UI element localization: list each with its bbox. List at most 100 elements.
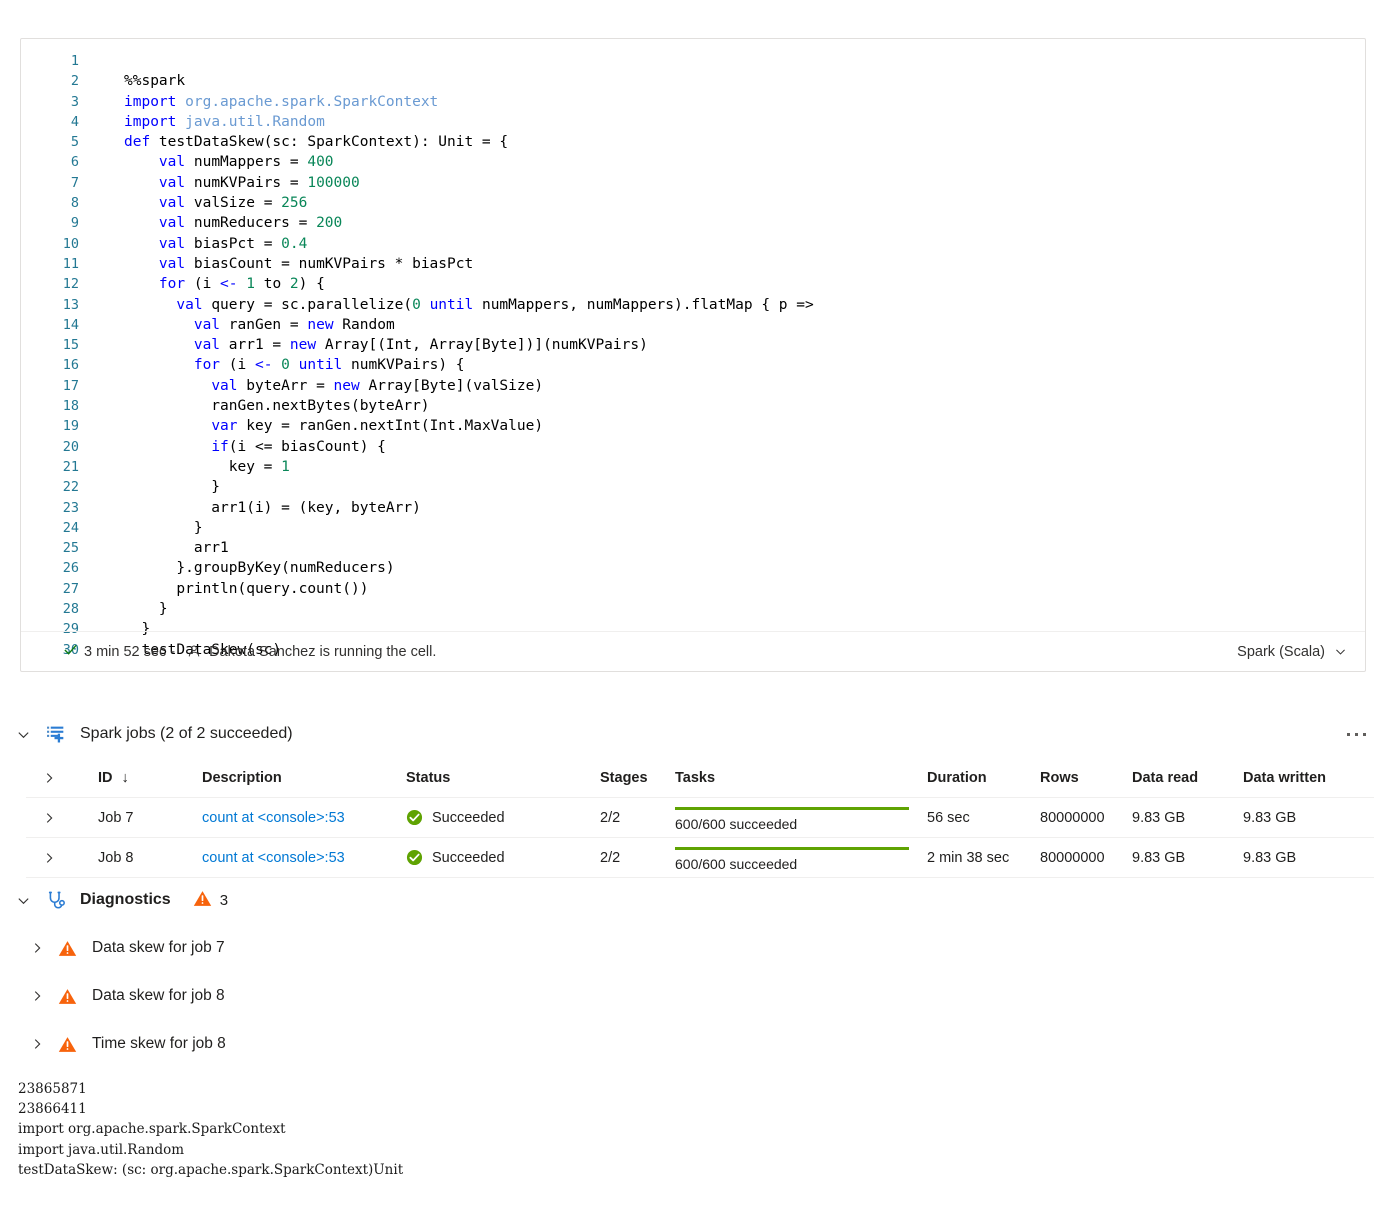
chevron-down-icon[interactable]	[0, 727, 46, 742]
chevron-right-icon[interactable]	[30, 1037, 58, 1051]
more-options-icon[interactable]	[1347, 722, 1366, 746]
output-line: import org.apache.spark.SparkContext	[18, 1121, 286, 1138]
warning-icon	[58, 988, 92, 1005]
sort-down-icon[interactable]: ↓	[122, 770, 129, 786]
line-number: 3	[70, 93, 79, 110]
code-line-text: import org.apache.spark.SparkContext	[124, 93, 439, 110]
code-line-text: val ranGen = new Random	[193, 316, 395, 333]
cell-status: Succeeded	[406, 849, 600, 866]
code-line-text: val numReducers = 200	[158, 215, 343, 232]
line-number: 28	[62, 601, 79, 618]
code-line: 6 val numMappers = 400	[21, 152, 1365, 172]
code-line: 26 }.groupByKey(numReducers)	[21, 558, 1365, 578]
column-header-data-read[interactable]: Data read	[1132, 770, 1243, 786]
code-editor[interactable]: 1 2 %%spark 3 import org.apache.spark.SparkC…	[21, 51, 1365, 660]
diagnostic-item[interactable]: Time skew for job 8	[0, 1020, 1388, 1068]
code-line: 3 import org.apache.spark.SparkContext	[21, 92, 1365, 112]
cell-tasks: 600/600 succeeded	[675, 803, 927, 833]
language-selector[interactable]: Spark (Scala)	[1237, 644, 1365, 660]
cell-duration: 3 min 52 sec -	[84, 643, 176, 660]
code-cell[interactable]: 1 2 %%spark 3 import org.apache.spark.SparkC…	[20, 38, 1366, 672]
cell-stages: 2/2	[600, 849, 621, 866]
table-row[interactable]: Job 7 count at <console>:53 Succeeded 2/2 60…	[26, 798, 1374, 838]
code-line-text: var key = ranGen.nextInt(Int.MaxValue)	[211, 418, 544, 435]
expand-all-icon[interactable]	[26, 771, 98, 785]
success-icon	[406, 849, 423, 866]
code-line-text: import java.util.Random	[124, 113, 325, 130]
code-line: 21 key = 1	[21, 457, 1365, 477]
code-line: 5 def testDataSkew(sc: SparkContext): Uni…	[21, 132, 1365, 152]
code-line: 20 if(i <= biasCount) {	[21, 437, 1365, 457]
line-number: 26	[62, 560, 79, 577]
code-line: 17 val byteArr = new Array[Byte](valSize…	[21, 376, 1365, 396]
code-line: 25 arr1	[21, 538, 1365, 558]
code-line: 14 val ranGen = new Random	[21, 315, 1365, 335]
code-line: 2 %%spark	[21, 71, 1365, 91]
code-line-text: for (i <- 0 until numKVPairs) {	[193, 357, 465, 374]
output-line: 23865871	[18, 1081, 87, 1097]
cell-description[interactable]: count at <console>:53	[202, 810, 406, 826]
cell-output: 23865871 23866411 import org.apache.spark.…	[18, 1079, 403, 1180]
diagnostic-label: Time skew for job 8	[92, 1035, 226, 1052]
code-line: 16 for (i <- 0 until numKVPairs) {	[21, 355, 1365, 375]
column-header-duration[interactable]: Duration	[927, 770, 1040, 786]
code-line: 24 }	[21, 518, 1365, 538]
line-number: 19	[62, 418, 79, 435]
line-number: 21	[62, 458, 79, 475]
line-number: 23	[62, 499, 79, 516]
row-expand-icon[interactable]	[26, 811, 98, 825]
chevron-right-icon[interactable]	[30, 941, 58, 955]
output-line: 23866411	[18, 1101, 87, 1118]
line-number: 7	[70, 174, 79, 191]
table-row[interactable]: Job 8 count at <console>:53 Succeeded 2/2 60…	[26, 838, 1374, 878]
line-number: 1	[70, 53, 79, 69]
spark-jobs-header[interactable]: Spark jobs (2 of 2 succeeded)	[0, 716, 1388, 752]
code-line-text: println(query.count())	[124, 580, 369, 597]
diagnostic-item[interactable]: Data skew for job 8	[0, 972, 1388, 1020]
person-icon	[187, 644, 201, 659]
code-line: 7 val numKVPairs = 100000	[21, 173, 1365, 193]
cell-stages: 2/2	[600, 809, 621, 826]
line-number: 14	[62, 316, 79, 333]
cell-data-read: 9.83 GB	[1132, 849, 1186, 866]
line-number: 12	[62, 276, 79, 293]
cell-run-status: 3 min 52 sec - Dakota Sanchez is running…	[21, 642, 436, 661]
code-line-text: val byteArr = new Array[Byte](valSize)	[211, 377, 544, 394]
code-line-text: }.groupByKey(numReducers)	[124, 560, 395, 577]
cell-status-bar: 3 min 52 sec - Dakota Sanchez is running…	[21, 631, 1365, 671]
diagnostics-title: Diagnostics	[80, 891, 171, 908]
line-number: 25	[62, 540, 79, 557]
diagnostics-header[interactable]: Diagnostics 3	[0, 882, 1388, 918]
cell-description[interactable]: count at <console>:53	[202, 850, 406, 866]
column-header-data-written[interactable]: Data written	[1243, 770, 1363, 786]
line-number: 6	[70, 154, 79, 171]
diagnostic-item[interactable]: Data skew for job 7	[0, 924, 1388, 972]
code-line: 10 val biasPct = 0.4	[21, 234, 1365, 254]
code-line-text: %%spark	[124, 73, 186, 90]
cell-status-message: Dakota Sanchez is running the cell.	[209, 643, 437, 660]
line-number: 13	[62, 296, 79, 313]
column-header-status[interactable]: Status	[406, 770, 600, 786]
tasks-progress-bar	[675, 846, 909, 850]
code-line: 11 val biasCount = numKVPairs * biasPct	[21, 254, 1365, 274]
column-header-rows[interactable]: Rows	[1040, 770, 1132, 786]
column-header-id[interactable]: ID ↓	[98, 770, 202, 786]
chevron-right-icon[interactable]	[30, 989, 58, 1003]
line-number: 16	[62, 357, 79, 374]
chevron-down-icon[interactable]	[0, 893, 46, 908]
column-header-tasks[interactable]: Tasks	[675, 770, 927, 786]
output-line: import java.util.Random	[18, 1141, 185, 1158]
stethoscope-icon	[46, 890, 76, 911]
diagnostics-warning-count: 3	[193, 890, 228, 911]
column-header-description[interactable]: Description	[202, 770, 406, 786]
code-line-text: val biasPct = 0.4	[158, 235, 308, 252]
column-header-stages[interactable]: Stages	[600, 770, 675, 786]
cell-data-written: 9.83 GB	[1243, 849, 1297, 866]
chevron-down-icon[interactable]	[1334, 645, 1347, 658]
code-line-text: arr1	[124, 540, 229, 557]
row-expand-icon[interactable]	[26, 851, 98, 865]
code-line: 19 var key = ranGen.nextInt(Int.MaxValue…	[21, 416, 1365, 436]
tasks-label: 600/600 succeeded	[675, 855, 798, 872]
spark-jobs-icon	[46, 724, 76, 745]
